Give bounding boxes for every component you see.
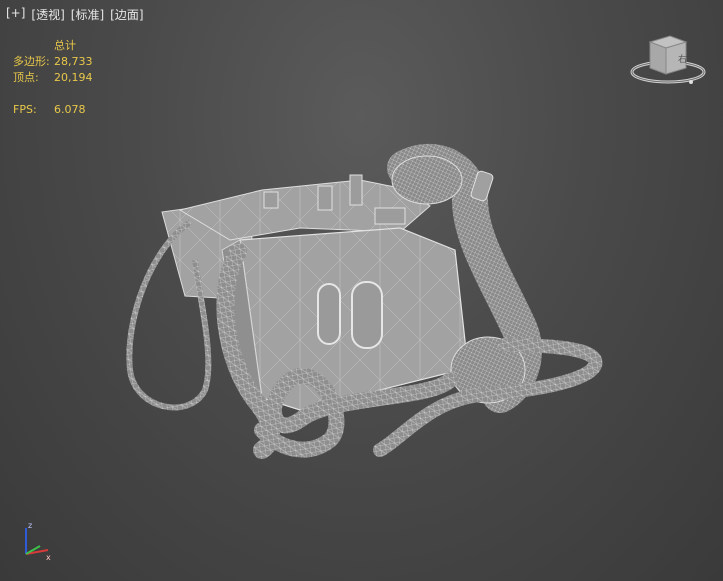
viewcube-face-label: 右 — [678, 53, 687, 65]
top-knob-a — [317, 185, 333, 211]
z-axis-label: z — [28, 521, 32, 530]
telephone-model[interactable] — [126, 144, 603, 459]
handset-earpiece — [391, 155, 463, 205]
viewcube-icon[interactable]: 右 — [628, 30, 708, 90]
front-slot-left — [317, 283, 341, 345]
front-slot-right — [351, 281, 383, 349]
top-knob-d — [374, 207, 406, 225]
top-knob-c — [263, 191, 279, 209]
viewport-canvas[interactable] — [0, 0, 723, 581]
axis-tripod-icon: z x — [25, 521, 51, 562]
top-knob-b — [349, 174, 363, 206]
viewcube-compass-dot — [689, 80, 693, 84]
x-axis-label: x — [46, 553, 51, 562]
